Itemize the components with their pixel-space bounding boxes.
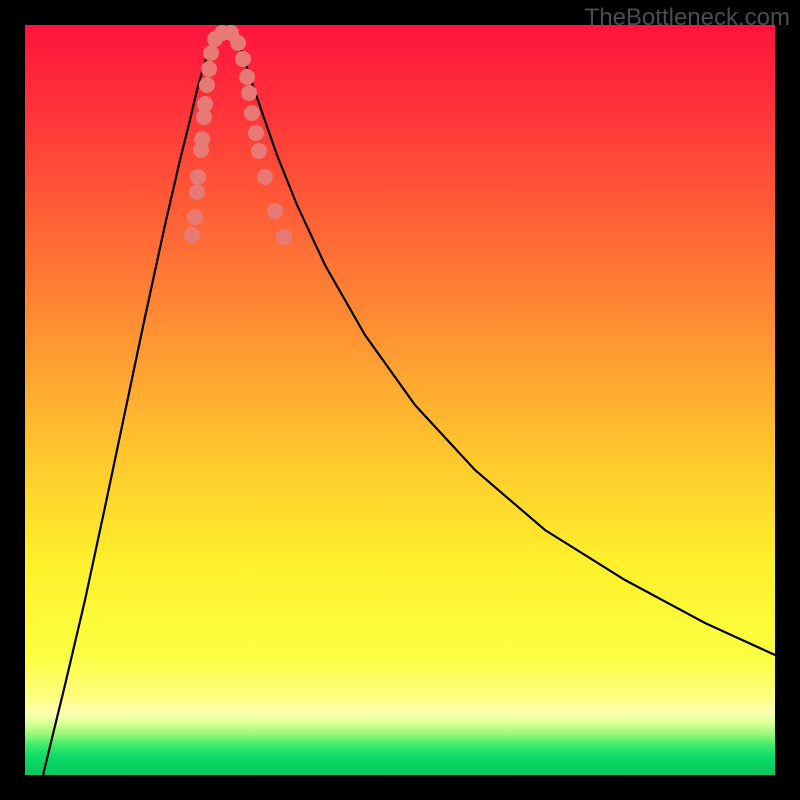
watermark-text: TheBottleneck.com (585, 4, 790, 32)
chart-frame (0, 0, 800, 800)
